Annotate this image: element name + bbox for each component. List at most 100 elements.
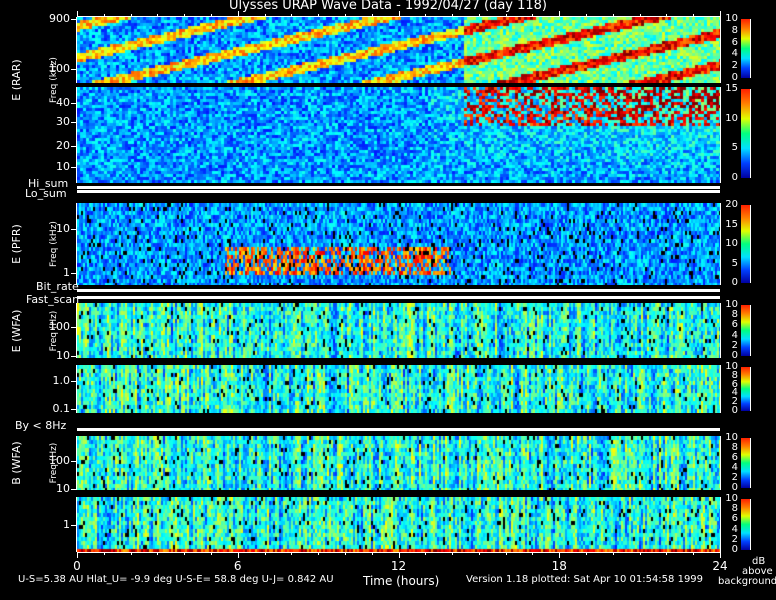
x-tick-mark xyxy=(210,552,212,555)
x-tick-mark xyxy=(720,552,721,558)
y-tick-label: 900 xyxy=(49,12,70,25)
panel-ylabel: Freq (kHz) xyxy=(49,221,59,267)
status-bar-2 xyxy=(77,289,720,292)
colorbar xyxy=(741,367,751,411)
y-tick-mark xyxy=(71,409,77,410)
y-tick-mark xyxy=(71,167,77,168)
y-axis-line xyxy=(76,436,77,490)
x-tick-mark xyxy=(586,552,588,555)
x-tick-mark xyxy=(103,552,105,555)
panel-ylabel: Freq (Hz) xyxy=(49,442,59,484)
x-tick-mark xyxy=(184,552,186,555)
status-label: By < 8Hz xyxy=(15,419,67,432)
spectrogram-rar-high xyxy=(77,17,720,83)
x-tick-mark xyxy=(291,552,293,555)
x-tick-mark xyxy=(666,552,668,555)
y-tick-mark xyxy=(71,356,77,357)
colorbar-tick-label: 10 xyxy=(725,238,738,249)
y-tick-label: 40 xyxy=(56,96,70,109)
colorbar-tick-label: 10 xyxy=(725,13,738,24)
spectrogram-rar-low xyxy=(77,87,720,183)
colorbar-tick-label: 5 xyxy=(731,142,738,154)
x-tick-label: 12 xyxy=(390,559,407,573)
y-axis-line xyxy=(76,365,77,413)
y-tick-mark xyxy=(71,69,77,70)
x-tick-mark xyxy=(157,552,159,555)
panel-label: E (RAR) xyxy=(10,59,23,101)
y-axis-line xyxy=(76,303,77,358)
x-tick-mark xyxy=(425,552,427,555)
x-tick-mark xyxy=(693,552,695,555)
y-tick-mark xyxy=(71,327,77,328)
x-tick-mark xyxy=(130,552,132,555)
y-tick-mark xyxy=(71,122,77,123)
colorbar-tick-label: 6 xyxy=(731,36,738,48)
x-tick-mark xyxy=(612,552,614,555)
colorbar-tick-label: 6 xyxy=(731,513,738,525)
status-bar-3 xyxy=(77,296,720,299)
x-tick-mark xyxy=(398,552,400,558)
y-tick-mark xyxy=(71,146,77,147)
x-tick-mark xyxy=(77,552,78,558)
x-tick-mark xyxy=(505,552,507,555)
colorbar xyxy=(741,89,751,178)
spectrogram-pfr xyxy=(77,203,720,285)
y-tick-label: 10 xyxy=(56,160,70,173)
top-tick-mark xyxy=(720,11,721,17)
x-tick-mark xyxy=(639,552,641,555)
colorbar xyxy=(741,305,751,356)
version-info: Version 1.18 plotted: Sat Apr 10 01:54:5… xyxy=(466,574,704,585)
panel-label: E (PFR) xyxy=(10,224,23,264)
x-tick-mark xyxy=(344,552,346,555)
colorbar-tick-label: 0 xyxy=(731,72,738,83)
y-tick-mark xyxy=(71,489,77,490)
colorbar-tick-label: 0 xyxy=(731,277,738,288)
y-axis-line xyxy=(76,17,77,83)
status-label: Lo_sum xyxy=(25,187,67,200)
colorbar-tick-label: 15 xyxy=(725,218,738,230)
status-label: Fast_scan xyxy=(26,293,80,306)
colorbar xyxy=(741,205,751,283)
spectrogram-wfa-b-low xyxy=(77,497,720,552)
spectrogram-wfa-e-high xyxy=(77,303,720,358)
colorbar-tick-label: 0 xyxy=(731,405,738,416)
panel-label: B (WFA) xyxy=(10,441,23,485)
spectrogram-wfa-b-high xyxy=(77,436,720,490)
y-axis-line xyxy=(76,87,77,183)
colorbar-tick-label: 0 xyxy=(731,350,738,361)
colorbar-tick-label: 0 xyxy=(731,544,738,555)
x-tick-label: 18 xyxy=(551,559,567,573)
colorbar xyxy=(741,19,751,78)
colorbar-tick-label: 0 xyxy=(731,482,738,493)
y-tick-label: 1 xyxy=(63,518,70,531)
x-tick-mark xyxy=(532,552,534,555)
colorbar-tick-label: 10 xyxy=(725,112,738,124)
colorbar xyxy=(741,438,751,488)
colorbar-tick-label: 5 xyxy=(731,257,738,269)
y-tick-mark xyxy=(71,103,77,104)
colorbar-tick-label: 15 xyxy=(725,83,738,94)
colorbar-tick-label: 4 xyxy=(731,48,738,60)
colorbar-tick-label: 20 xyxy=(725,199,738,210)
x-tick-label: 24 xyxy=(712,559,728,573)
spectrogram-wfa-e-low xyxy=(77,365,720,413)
top-axis-line xyxy=(77,16,720,17)
x-tick-label: 6 xyxy=(233,559,242,573)
y-tick-mark xyxy=(71,461,77,462)
status-bar-4 xyxy=(77,428,720,431)
status-bar-1 xyxy=(77,190,720,193)
y-tick-label: 1.0 xyxy=(52,374,71,387)
orbit-info: U-S=5.38 AU Hlat_U= -9.9 deg U-S-E= 58.8… xyxy=(18,574,334,585)
x-tick-mark xyxy=(478,552,480,555)
cb-unit-3: background xyxy=(718,576,776,587)
colorbar xyxy=(741,499,751,550)
plot-title: Ulysses URAP Wave Data - 1992/04/27 (day… xyxy=(228,0,548,13)
status-bar-0 xyxy=(77,186,720,189)
y-tick-label: 20 xyxy=(56,139,70,152)
y-tick-label: 0.1 xyxy=(52,402,71,415)
panel-ylabel: Freq (Hz) xyxy=(49,310,59,351)
y-tick-mark xyxy=(71,19,77,20)
status-label: Bit_rate xyxy=(36,280,79,293)
x-tick-mark xyxy=(452,552,454,555)
y-tick-mark xyxy=(71,381,77,382)
